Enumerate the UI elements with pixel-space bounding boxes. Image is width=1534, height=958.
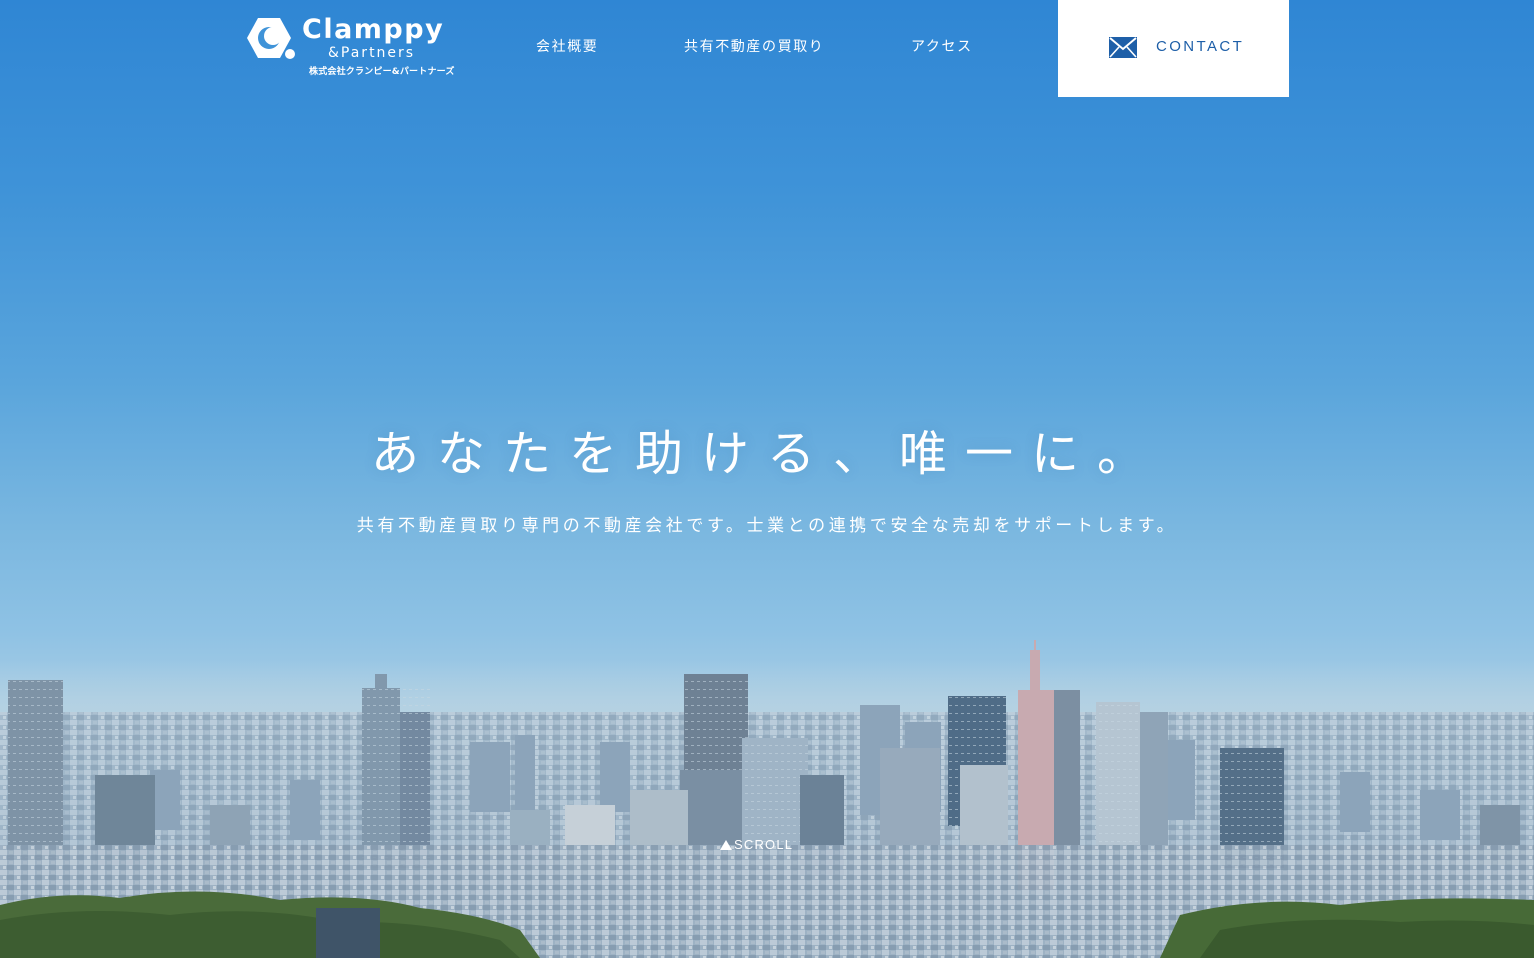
hero-section: Clamppy &Partners 株式会社クランピー&パートナーズ 会社概要 … xyxy=(0,0,1534,958)
logo-hexagon-icon xyxy=(247,18,295,59)
nav-item-company[interactable]: 会社概要 xyxy=(536,37,598,57)
logo-subname: &Partners xyxy=(328,45,416,61)
hero-headline: あなたを助ける、唯一に。 xyxy=(370,426,1163,482)
hero-subline: 共有不動産買取り専門の不動産会社です。士業との連携で安全な売却をサポートします。 xyxy=(356,516,1178,536)
contact-label: CONTACT xyxy=(1156,38,1245,55)
scroll-label: SCROLL xyxy=(734,837,794,852)
scroll-indicator[interactable]: SCROLL xyxy=(720,836,793,854)
triangle-up-icon xyxy=(720,840,732,850)
logo-company-jp: 株式会社クランピー&パートナーズ xyxy=(309,67,455,77)
brand-logo[interactable]: Clamppy &Partners 株式会社クランピー&パートナーズ xyxy=(244,14,454,82)
mail-icon xyxy=(1109,37,1137,58)
nav-item-access[interactable]: アクセス xyxy=(911,37,973,57)
nav-item-purchase[interactable]: 共有不動産の買取り xyxy=(684,37,824,57)
contact-button[interactable]: CONTACT xyxy=(1058,0,1289,97)
logo-name: Clamppy xyxy=(302,14,445,45)
